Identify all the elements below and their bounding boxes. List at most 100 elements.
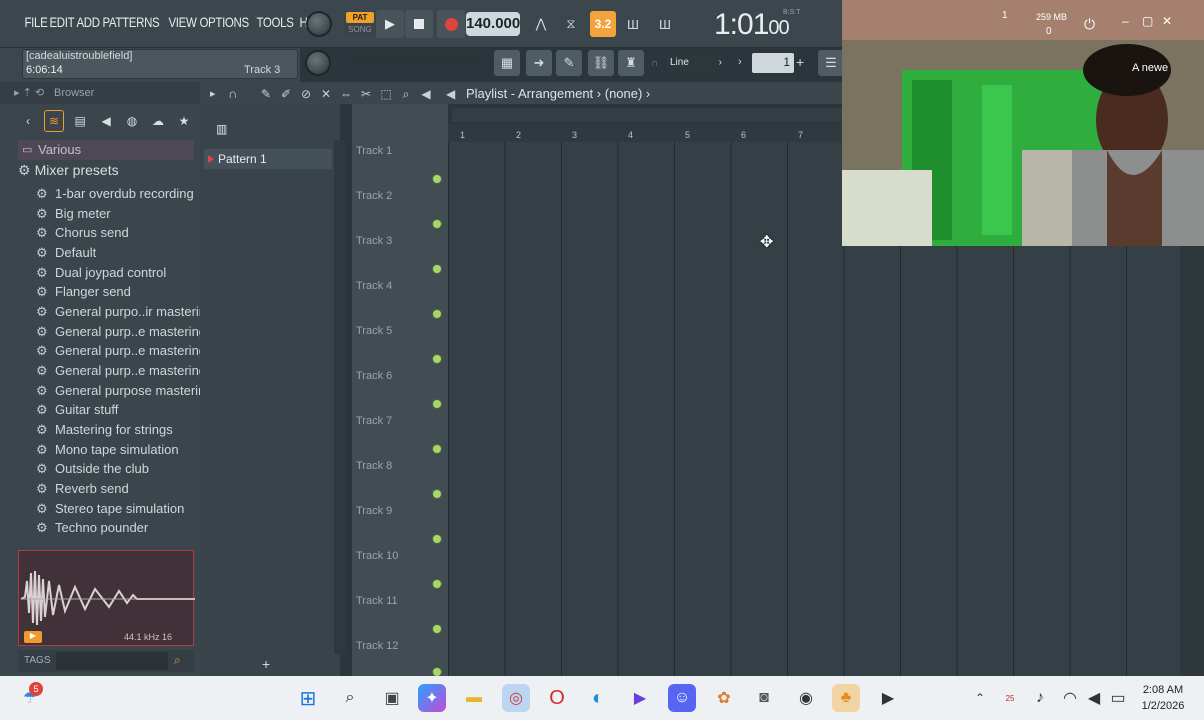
folder-mixer-presets[interactable]: ⚙ Mixer presets	[18, 162, 119, 179]
minimize-icon[interactable]: –	[1122, 14, 1129, 28]
track-header[interactable]: Track 2	[356, 190, 392, 202]
edge-icon[interactable]: ◐	[584, 684, 612, 712]
menu-view[interactable]: VIEW	[166, 14, 199, 30]
clock-time[interactable]: 2:08 AM	[1140, 684, 1186, 696]
track-header[interactable]: Track 8	[356, 460, 392, 472]
search-icon[interactable]: ⌕	[336, 684, 364, 712]
add-pattern-button[interactable]: +	[262, 656, 270, 672]
plugin-icon[interactable]: ✎	[556, 50, 582, 76]
step-value[interactable]: 1	[752, 53, 794, 73]
tags-search-input[interactable]	[56, 652, 168, 670]
browser-arrows-icon[interactable]: ▸ ⇡ ⟲	[14, 86, 44, 99]
file-explorer-icon[interactable]: ▬	[460, 684, 488, 712]
preset-item[interactable]: ⚙ General purpose mastering	[36, 383, 213, 399]
track-enable-led[interactable]	[433, 445, 441, 453]
menu-add[interactable]: ADD	[74, 14, 102, 30]
track-enable-led[interactable]	[433, 625, 441, 633]
track-header[interactable]: Track 7	[356, 415, 392, 427]
track-header[interactable]: Track 4	[356, 280, 392, 292]
record-button[interactable]	[437, 10, 465, 38]
clipchamp-icon[interactable]: ▶	[626, 684, 654, 712]
select-icon[interactable]: ⬚	[378, 86, 394, 102]
wait-input-icon[interactable]: ⧖	[558, 11, 584, 37]
main-pitch-knob[interactable]	[305, 50, 331, 76]
delete-icon[interactable]: ⊘	[298, 86, 314, 102]
tempo-display[interactable]: 140.000	[466, 12, 520, 36]
fl-studio-icon[interactable]: ♣	[832, 684, 860, 712]
preset-item[interactable]: ⚙ General purp..e mastering 3	[36, 343, 217, 359]
copilot-icon[interactable]: ✦	[418, 684, 446, 712]
track-header[interactable]: Track 11	[356, 595, 398, 607]
preset-item[interactable]: ⚙ Techno pounder	[36, 520, 148, 536]
preset-item[interactable]: ⚙ Outside the club	[36, 461, 149, 477]
track-header[interactable]: Track 6	[356, 370, 392, 382]
menu-options[interactable]: OPTIONS	[197, 14, 251, 30]
stamp-icon[interactable]: ♜	[618, 50, 644, 76]
camera-icon[interactable]: ◙	[750, 684, 778, 712]
playlist-menu-icon[interactable]: ▸	[210, 87, 216, 100]
track-enable-led[interactable]	[433, 400, 441, 408]
preset-item[interactable]: ⚙ Big meter	[36, 206, 111, 222]
pattern-item[interactable]: Pattern 1	[204, 149, 332, 169]
preset-item[interactable]: ⚙ Default	[36, 245, 96, 261]
paint-icon[interactable]: ✐	[278, 86, 294, 102]
menu-edit[interactable]: EDIT	[47, 14, 77, 30]
tray-app-icon[interactable]: 25	[996, 684, 1024, 712]
preset-item[interactable]: ⚙ Chorus send	[36, 225, 129, 241]
step-decrement-icon[interactable]: ›	[738, 56, 742, 68]
preset-item[interactable]: ⚙ Stereo tape simulation	[36, 501, 184, 517]
pencil-icon[interactable]: ✎	[258, 86, 274, 102]
star-icon[interactable]: ★	[174, 110, 194, 132]
piano-keys-icon[interactable]: ▥	[216, 122, 232, 136]
track-enable-led[interactable]	[433, 310, 441, 318]
preset-item[interactable]: ⚙ General purp..e mastering 2	[36, 324, 217, 340]
preset-item[interactable]: ⚙ Reverb send	[36, 481, 129, 497]
countdown-icon[interactable]: 3.2	[590, 11, 616, 37]
clock-date[interactable]: 1/2/2026	[1140, 700, 1186, 712]
discord-icon[interactable]: ☺	[668, 684, 696, 712]
menu-patterns[interactable]: PATTERNS	[100, 14, 162, 30]
preset-item[interactable]: ⚙ Flanger send	[36, 284, 131, 300]
globe-icon[interactable]: ◍	[122, 110, 142, 132]
magnet-icon[interactable]: ∩	[228, 86, 237, 101]
menu-tools[interactable]: TOOLS	[254, 14, 296, 30]
blend-notes-icon[interactable]: Ш	[620, 11, 646, 37]
preset-item[interactable]: ⚙ Mono tape simulation	[36, 442, 179, 458]
track-enable-led[interactable]	[433, 535, 441, 543]
task-view-icon[interactable]: ▣	[378, 684, 406, 712]
track-header[interactable]: Track 9	[356, 505, 392, 517]
arrow-right-icon[interactable]: ➜	[526, 50, 552, 76]
all-files-icon[interactable]: ≋	[43, 110, 65, 132]
cloud-icon[interactable]: ☁	[148, 110, 168, 132]
preset-item[interactable]: ⚙ Mastering for strings	[36, 422, 173, 438]
mute-icon[interactable]: ✕	[318, 86, 334, 102]
obs-icon[interactable]: ◉	[792, 684, 820, 712]
pattern-selector[interactable]: (none)	[605, 86, 643, 101]
preset-item[interactable]: ⚙ Guitar stuff	[36, 402, 118, 418]
close-icon[interactable]: ✕	[1162, 14, 1172, 28]
preset-item[interactable]: ⚙ Dual joypad control	[36, 265, 166, 281]
track-enable-led[interactable]	[433, 490, 441, 498]
track-enable-led[interactable]	[433, 175, 441, 183]
preset-item[interactable]: ⚙ 1-bar overdub recording	[36, 186, 194, 202]
media-player-icon[interactable]: ▶	[874, 684, 902, 712]
zoom-icon[interactable]: ⌕	[398, 86, 414, 102]
preset-item[interactable]: ⚙ General purpo..ir mastering	[36, 304, 213, 320]
preview-speaker-icon[interactable]: ▶	[24, 631, 42, 643]
playback-icon[interactable]: ◀	[418, 86, 434, 102]
speaker-icon[interactable]: ◀	[96, 110, 116, 132]
master-volume-knob[interactable]	[306, 11, 332, 37]
search-icon[interactable]: ⌕	[174, 653, 190, 669]
pattern-scrollbar[interactable]	[334, 140, 346, 654]
category-various[interactable]: Various	[18, 140, 194, 160]
track-enable-led[interactable]	[433, 220, 441, 228]
loop-record-icon[interactable]: Ш	[652, 11, 678, 37]
track-enable-led[interactable]	[433, 355, 441, 363]
track-enable-led[interactable]	[433, 265, 441, 273]
mixer-icon[interactable]: ☰	[818, 50, 844, 76]
stop-button[interactable]	[405, 10, 433, 38]
browser-prev-icon[interactable]: ‹	[18, 110, 38, 132]
maximize-icon[interactable]: ▢	[1142, 14, 1153, 28]
horizontal-scrollbar[interactable]	[452, 108, 842, 122]
metronome-icon[interactable]: ⋀	[528, 11, 554, 37]
